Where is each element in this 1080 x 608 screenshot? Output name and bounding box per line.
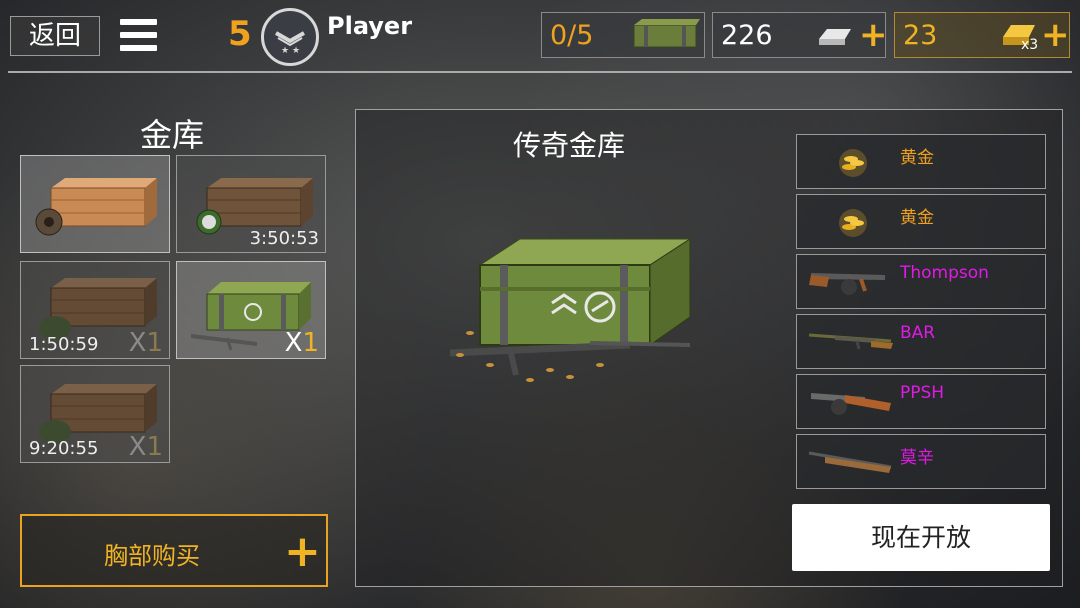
- gold-coins-icon: [839, 149, 867, 177]
- vault-slot-1[interactable]: [20, 155, 170, 253]
- legendary-chest-image: [449, 238, 692, 382]
- reward-name: 黄金: [900, 148, 934, 168]
- gold-amount: 23: [903, 20, 938, 51]
- reward-item: Thompson: [796, 254, 1046, 309]
- reward-item: 黄金: [796, 134, 1046, 189]
- add-icon: +: [284, 526, 321, 577]
- reward-item: 莫辛: [796, 434, 1046, 489]
- vault-slot-2[interactable]: 3:50:53: [176, 155, 326, 253]
- reward-item: 黄金: [796, 194, 1046, 249]
- vault-slot-5[interactable]: 9:20:55 X1: [20, 365, 170, 463]
- slot-count: X1: [128, 328, 163, 358]
- gold-coins-icon: [839, 209, 867, 237]
- vault-slot-4[interactable]: X1: [176, 261, 326, 359]
- svg-text:★: ★: [292, 46, 300, 56]
- thompson-gun-icon: [809, 273, 885, 295]
- buy-chest-button[interactable]: 胸部购买 +: [20, 514, 328, 587]
- reward-item: PPSH: [796, 374, 1046, 429]
- crate-counter: 0/5: [541, 12, 705, 58]
- top-divider: [8, 71, 1072, 73]
- reward-name: 莫辛: [900, 448, 934, 468]
- gold-multiplier: x3: [1021, 37, 1039, 53]
- svg-text:★: ★: [281, 46, 289, 56]
- open-now-button[interactable]: 现在开放: [792, 504, 1050, 571]
- rank-badge-icon: ★ ★: [261, 8, 319, 66]
- chest-title: 传奇金库: [513, 129, 626, 162]
- wooden-crate-icon: [35, 178, 157, 236]
- add-gold-icon[interactable]: +: [1041, 18, 1070, 52]
- mosin-rifle-icon: [808, 451, 892, 473]
- ppsh-gun-icon: [811, 393, 891, 415]
- slot-timer: 9:20:55: [29, 438, 99, 459]
- slot-count: X1: [128, 432, 163, 462]
- vault-slot-3[interactable]: 1:50:59 X1: [20, 261, 170, 359]
- reward-name: PPSH: [900, 383, 945, 403]
- buy-chest-label: 胸部购买: [104, 542, 200, 570]
- reward-name: BAR: [900, 323, 936, 343]
- reward-name: 黄金: [900, 208, 934, 228]
- slot-timer: 3:50:53: [249, 228, 319, 249]
- player-level: 5: [228, 14, 252, 54]
- bar-rifle-icon: [808, 333, 893, 350]
- green-crate-icon: [633, 19, 700, 48]
- back-button[interactable]: 返回: [10, 16, 100, 56]
- gold-counter[interactable]: 23 x3 +: [894, 12, 1070, 58]
- player-name: Player: [327, 12, 413, 40]
- silver-amount: 226: [721, 20, 773, 51]
- slot-count: X1: [284, 328, 319, 358]
- vault-title: 金库: [140, 116, 205, 154]
- reward-name: Thompson: [900, 263, 989, 283]
- silver-bar-icon: [819, 29, 851, 45]
- crate-count: 0/5: [550, 20, 594, 51]
- add-silver-icon[interactable]: +: [859, 18, 888, 52]
- reward-item: BAR: [796, 314, 1046, 369]
- silver-counter[interactable]: 226 +: [712, 12, 888, 58]
- slot-timer: 1:50:59: [29, 334, 99, 355]
- menu-icon[interactable]: [120, 19, 157, 53]
